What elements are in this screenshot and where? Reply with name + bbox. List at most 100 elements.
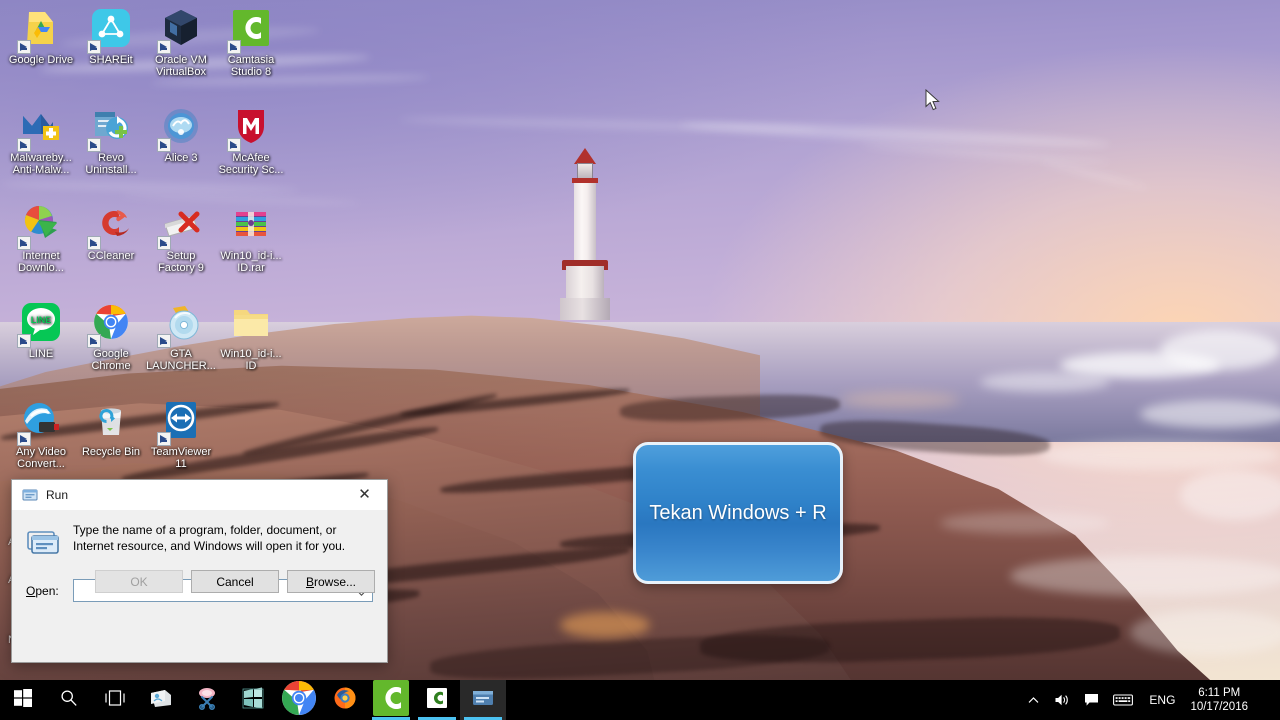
close-icon[interactable]: ✕ [342,480,387,509]
taskbar-tb-camtasia-1[interactable] [368,679,414,720]
instruction-callout-text: Tekan Windows + R [649,501,827,524]
shareit-icon [87,9,133,54]
desktop-icon-revo-uninstaller[interactable]: Revo Uninstall... [76,104,146,177]
desktop-icon-label: Internet Downlo... [18,249,64,275]
desktop-icon-camtasia-studio[interactable]: Camtasia Studio 8 [216,6,286,79]
desktop-icon-malwarebytes[interactable]: Malwareby... Anti-Malw... [6,104,76,177]
taskbar-tb-firefox[interactable] [322,680,368,720]
desktop-icon-label: Revo Uninstall... [85,151,137,177]
desktop-icon-label: Malwareby... Anti-Malw... [10,151,72,177]
language-indicator[interactable]: ENG [1140,693,1184,707]
shortcut-overlay-icon [87,40,101,54]
run-dialog-buttons: OK Cancel Browse... [12,570,387,593]
taskbar-tb-camtasia-2[interactable] [414,680,460,720]
shortcut-overlay-icon [17,236,31,250]
desktop-icon-label: Setup Factory 9 [158,249,204,275]
desktop-icon-recycle-bin[interactable]: Recycle Bin [76,398,146,458]
desktop-icon-label: Win10_id-i... ID.rar [220,249,282,275]
desktop-icon-win10-rar[interactable]: Win10_id-i... ID.rar [216,202,286,275]
desktop-icon-label: TeamViewer 11 [150,445,212,471]
run-dialog-title: Run [46,488,69,502]
system-tray: ENG 6:11 PM 10/17/2016 [1020,680,1280,720]
clock-time: 6:11 PM [1198,687,1241,699]
shortcut-overlay-icon [87,236,101,250]
desktop-icon-setup-factory[interactable]: Setup Factory 9 [146,202,216,275]
taskbar-tb-unknown-gray[interactable] [138,680,184,720]
instruction-callout: Tekan Windows + R [633,442,843,584]
desktop-icon-label: CCleaner [87,249,135,262]
desktop-icon-label: Google Chrome [91,347,131,373]
shortcut-overlay-icon [87,138,101,152]
camtasia-icon [369,676,413,720]
desktop-icon-label: Recycle Bin [81,445,141,458]
desktop-icon-label: Camtasia Studio 8 [227,53,275,79]
idm-icon [17,206,63,250]
desktop-icon-shareit[interactable]: SHAREit [76,6,146,66]
desktop-icon-line[interactable]: LINE LINE [6,300,76,360]
clock[interactable]: 6:11 PM 10/17/2016 [1184,686,1258,714]
task-view-icon [105,689,125,711]
shortcut-overlay-icon [157,40,171,54]
clock-date: 10/17/2016 [1190,701,1248,713]
desktop[interactable]: Google Drive SHAREit Oracle VM VirtualBox… [0,0,1280,720]
desktop-icon-google-drive[interactable]: Google Drive [6,6,76,66]
desktop-icon-alice-3[interactable]: Alice 3 [146,104,216,164]
desktop-icon-win10-folder[interactable]: Win10_id-i... ID [216,300,286,373]
chrome-icon [277,676,321,720]
taskbar-tb-windows-app[interactable] [230,680,276,720]
desktop-icon-label: McAfee Security Sc... [218,151,284,177]
browse-button[interactable]: Browse... [287,570,375,593]
taskbar-tb-chrome[interactable] [276,680,322,720]
desktop-icon-label: LINE [28,347,54,360]
desktop-icon-idm[interactable]: Internet Downlo... [6,202,76,275]
windows-logo-icon [14,688,32,712]
desktop-icon-label: Win10_id-i... ID [220,347,282,373]
desktop-icon-mcafee[interactable]: McAfee Security Sc... [216,104,286,177]
touch-keyboard-icon[interactable] [1106,680,1140,720]
camtasia-icon [227,10,273,54]
run-dialog[interactable]: Run ✕ Type the name of a program, folder… [11,479,388,663]
gray-app-icon [149,686,173,715]
run-dialog-titlebar[interactable]: Run ✕ [12,480,387,510]
teamviewer-icon [157,402,203,446]
alice-icon [157,109,203,152]
desktop-icon-gta-launcher[interactable]: GTA LAUNCHER... [146,300,216,373]
run-window-icon [22,487,38,503]
desktop-icon-label: Google Drive [8,53,74,66]
malwarebytes-icon [17,114,63,152]
disc-icon [157,306,203,348]
setup-factory-icon [157,211,203,250]
desktop-icon-teamviewer[interactable]: TeamViewer 11 [146,398,216,471]
ok-button: OK [95,570,183,593]
taskbar-search-button[interactable] [46,680,92,720]
svg-text:LINE: LINE [31,315,52,325]
folder-icon [229,310,273,347]
taskbar[interactable]: ENG 6:11 PM 10/17/2016 [0,679,1280,720]
desktop-icon-any-video-converter[interactable]: Any Video Convert... [6,398,76,471]
action-center-icon[interactable] [1077,680,1106,720]
google-drive-icon [17,12,63,54]
desktop-icon-oracle-vm[interactable]: Oracle VM VirtualBox [146,6,216,79]
winrar-archive-icon [229,212,273,249]
camtasia-alt-icon [425,686,449,715]
search-icon [60,689,78,712]
start-button[interactable] [0,680,46,720]
shortcut-overlay-icon [17,138,31,152]
taskbar-tb-run[interactable] [460,680,506,720]
line-icon: LINE [17,303,63,348]
desktop-icon-label: Oracle VM VirtualBox [155,53,207,79]
task-view-button[interactable] [92,680,138,720]
shortcut-overlay-icon [157,138,171,152]
desktop-icon-ccleaner[interactable]: CCleaner [76,202,146,262]
shortcut-overlay-icon [227,138,241,152]
show-hidden-icons-button[interactable] [1020,680,1047,720]
taskbar-tb-snipping[interactable] [184,680,230,720]
run-info-icon [26,524,60,558]
run-window-icon [471,686,495,715]
ccleaner-icon [87,210,133,250]
mcafee-icon [227,110,273,152]
desktop-icon-google-chrome[interactable]: Google Chrome [76,300,146,373]
firefox-icon [333,686,357,715]
cancel-button[interactable]: Cancel [191,570,279,593]
volume-icon[interactable] [1047,680,1077,720]
